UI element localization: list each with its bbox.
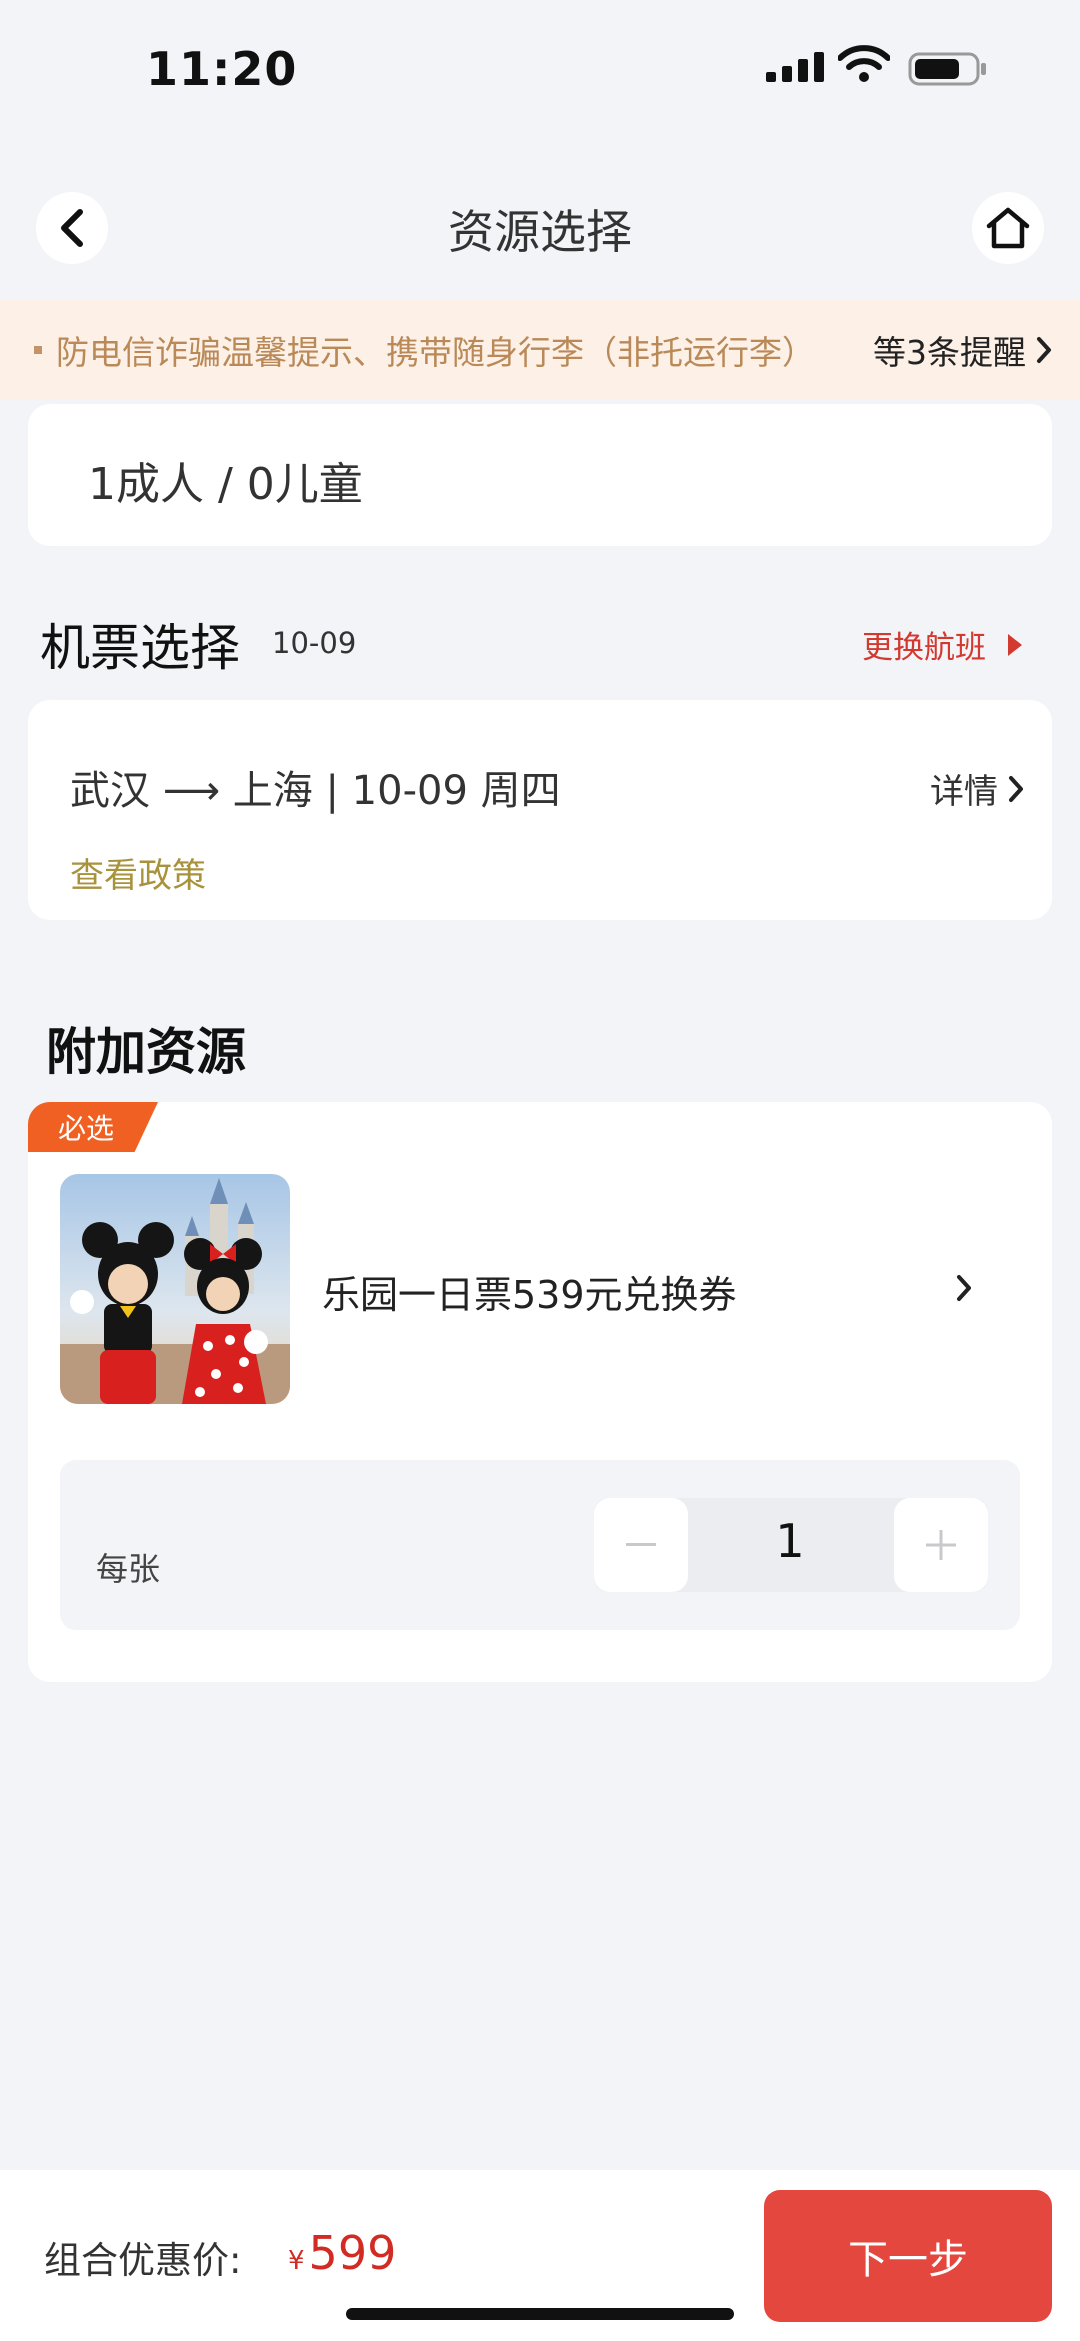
home-indicator (346, 2308, 734, 2320)
battery-icon (908, 52, 986, 86)
change-flight-label: 更换航班 (862, 630, 986, 666)
page-title: 资源选择 (448, 205, 632, 259)
addon-section-title: 附加资源 (46, 1023, 246, 1081)
product-thumbnail[interactable] (60, 1174, 290, 1404)
flight-section-title: 机票选择 (40, 619, 240, 677)
notice-more-label: 等3条提醒 (873, 333, 1026, 372)
park-characters-image (60, 1174, 290, 1404)
minus-icon (626, 1543, 656, 1546)
notice-text: 防电信诈骗温馨提示、携带随身行李（非托运行李） (56, 333, 815, 372)
next-step-button[interactable]: 下一步 (764, 2190, 1052, 2322)
unit-label: 每张 (96, 1550, 161, 1588)
flight-section-date: 10-09 (272, 626, 357, 660)
bullet-dot (34, 346, 42, 354)
flight-route: 武汉 ⟶ 上海 | 10-09 周四 (70, 768, 561, 814)
passenger-summary: 1成人 / 0儿童 (88, 459, 363, 510)
home-button[interactable] (972, 192, 1044, 264)
wifi-icon (838, 45, 890, 82)
combo-price-label: 组合优惠价: (44, 2239, 242, 2282)
plus-icon (926, 1530, 956, 1560)
view-policy-link[interactable]: 查看政策 (70, 848, 206, 897)
decrease-button[interactable] (594, 1498, 688, 1592)
chevron-right-icon (1009, 775, 1023, 802)
home-icon (986, 207, 1030, 249)
triangle-right-icon (1008, 633, 1022, 656)
cellular-signal-icon (766, 52, 824, 82)
combo-price: ¥599 (288, 2226, 396, 2280)
flight-detail-link[interactable]: 详情 (930, 764, 1024, 813)
currency-symbol: ¥ (288, 2246, 305, 2276)
flight-detail-label: 详情 (930, 772, 998, 812)
increase-button[interactable] (894, 1498, 988, 1592)
notice-more-link[interactable]: 等3条提醒 (873, 300, 1052, 400)
quantity-value[interactable]: 1 (690, 1514, 890, 1568)
change-flight-link[interactable]: 更换航班 (862, 622, 1022, 667)
product-name[interactable]: 乐园一日票539元兑换券 (322, 1264, 737, 1319)
price-amount: 599 (308, 2226, 397, 2280)
chevron-right-icon (1037, 337, 1051, 363)
notice-banner[interactable]: 防电信诈骗温馨提示、携带随身行李（非托运行李） 等3条提醒 (0, 300, 1080, 400)
status-time: 11:20 (146, 42, 298, 96)
chevron-right-icon[interactable] (956, 1274, 972, 1302)
